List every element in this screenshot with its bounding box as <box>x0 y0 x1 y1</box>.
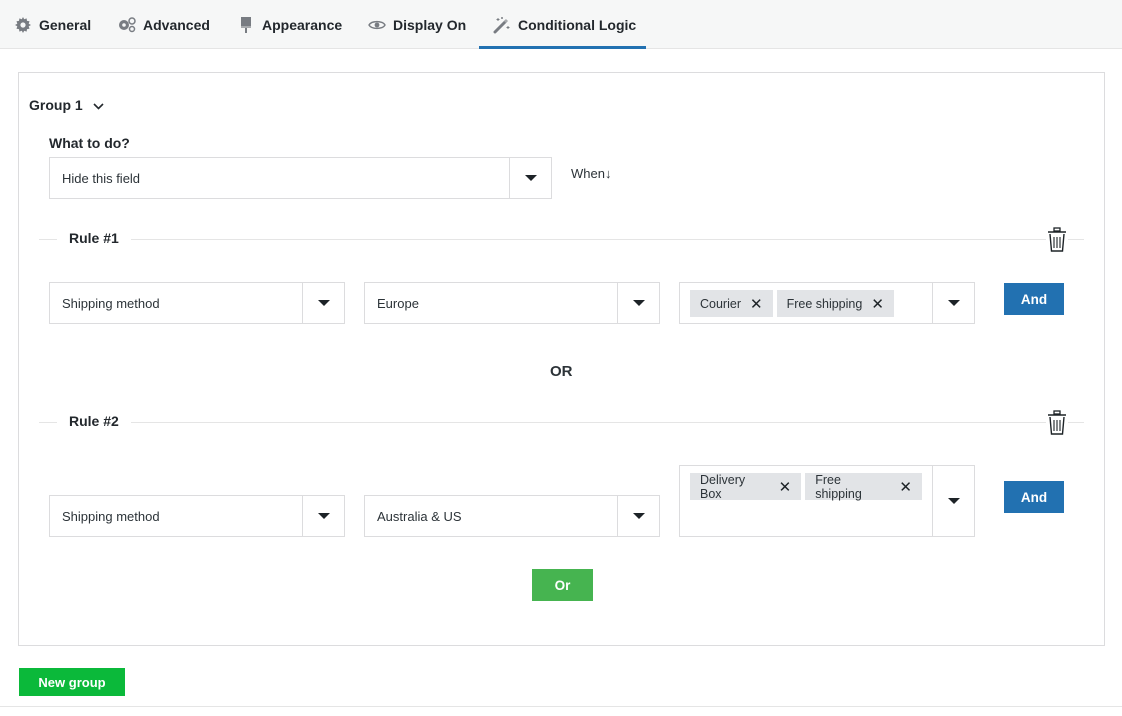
rule-field-value: Shipping method <box>62 508 160 524</box>
gears-icon <box>118 16 136 34</box>
when-label: When↓ <box>571 166 612 181</box>
rule-zone-select[interactable]: Europe <box>364 282 660 324</box>
dropdown-arrow[interactable] <box>617 496 659 536</box>
rule-zone-value: Europe <box>377 295 419 311</box>
tab-conditional-logic[interactable]: Conditional Logic <box>479 0 646 49</box>
tab-label: Appearance <box>262 16 343 33</box>
value-chip: Courier ✕ <box>690 290 773 317</box>
rule-values-multiselect[interactable]: Courier ✕ Free shipping ✕ <box>679 282 975 324</box>
tab-bar: General Advanced Appearance Display On C… <box>0 0 1122 49</box>
or-separator: OR <box>550 363 573 380</box>
tab-display-on[interactable]: Display On <box>368 0 466 49</box>
action-value: Hide this field <box>62 170 141 186</box>
tab-label: Display On <box>393 16 467 33</box>
remove-icon[interactable]: ✕ <box>750 295 763 313</box>
remove-icon[interactable]: ✕ <box>871 295 884 313</box>
and-button[interactable]: And <box>1004 283 1064 315</box>
trash-icon[interactable] <box>1046 410 1068 436</box>
tab-label: Advanced <box>143 16 210 33</box>
caret-down-icon <box>947 498 960 504</box>
trash-icon[interactable] <box>1046 227 1068 253</box>
remove-icon[interactable]: ✕ <box>779 478 792 496</box>
chip-label: Free shipping <box>786 296 863 311</box>
value-chip: Free shipping ✕ <box>805 472 922 501</box>
divider <box>0 706 1122 707</box>
tab-label: General <box>39 16 92 33</box>
what-to-do-label: What to do? <box>49 135 130 151</box>
dropdown-arrow[interactable] <box>509 158 551 198</box>
dropdown-arrow[interactable] <box>932 283 974 323</box>
tab-advanced[interactable]: Advanced <box>118 0 210 49</box>
caret-down-icon <box>947 300 960 306</box>
remove-icon[interactable]: ✕ <box>899 478 912 496</box>
group-title: Group 1 <box>29 97 83 113</box>
magic-wand-icon <box>493 16 511 34</box>
dropdown-arrow[interactable] <box>932 466 974 536</box>
rule-field-select[interactable]: Shipping method <box>49 282 345 324</box>
condition-group: Group 1 What to do? Hide this field When… <box>18 72 1105 646</box>
caret-down-icon <box>632 300 645 306</box>
selected-values: Courier ✕ Free shipping ✕ <box>680 283 932 323</box>
group-toggle[interactable]: Group 1 <box>29 97 104 113</box>
caret-down-icon <box>317 300 330 306</box>
gear-icon <box>14 16 32 34</box>
paint-brush-icon <box>237 16 255 34</box>
tab-appearance[interactable]: Appearance <box>237 0 342 49</box>
or-button[interactable]: Or <box>532 569 593 601</box>
rule-field-value: Shipping method <box>62 295 160 311</box>
rule-divider <box>39 239 1084 240</box>
value-chip: Free shipping ✕ <box>776 290 894 317</box>
dropdown-arrow[interactable] <box>302 496 344 536</box>
dropdown-arrow[interactable] <box>617 283 659 323</box>
chip-label: Free shipping <box>815 472 862 501</box>
dropdown-arrow[interactable] <box>302 283 344 323</box>
action-select[interactable]: Hide this field <box>49 157 552 199</box>
caret-down-icon <box>524 175 537 181</box>
rule-zone-select[interactable]: Australia & US <box>364 495 660 537</box>
chevron-down-icon <box>93 97 104 113</box>
caret-down-icon <box>317 513 330 519</box>
tab-general[interactable]: General <box>14 0 91 49</box>
and-button[interactable]: And <box>1004 481 1064 513</box>
value-chip: Delivery Box ✕ <box>690 472 802 501</box>
rule-title: Rule #2 <box>57 413 131 429</box>
chip-label: Delivery Box <box>700 472 746 501</box>
tab-label: Conditional Logic <box>518 16 637 33</box>
chip-label: Courier <box>700 296 741 311</box>
rule-values-multiselect[interactable]: Delivery Box ✕ Free shipping ✕ <box>679 465 975 537</box>
rule-title: Rule #1 <box>57 230 131 246</box>
rule-divider <box>39 422 1084 423</box>
selected-values: Delivery Box ✕ Free shipping ✕ <box>680 466 932 536</box>
eye-icon <box>368 16 386 34</box>
new-group-button[interactable]: New group <box>19 668 125 696</box>
caret-down-icon <box>632 513 645 519</box>
rule-zone-value: Australia & US <box>377 508 462 524</box>
rule-field-select[interactable]: Shipping method <box>49 495 345 537</box>
